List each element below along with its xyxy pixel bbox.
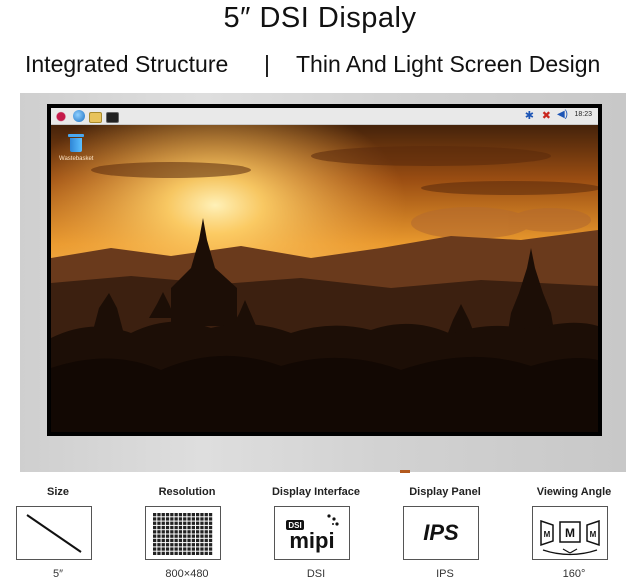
subtitle-separator: | — [264, 51, 270, 77]
ips-icon: IPS — [403, 506, 479, 560]
svg-text:M: M — [590, 530, 597, 539]
svg-text:mipi: mipi — [289, 528, 334, 553]
clock[interactable]: 18:23 — [574, 111, 592, 118]
display-device: ✱ ✖ ◀) 18:23 Wastebasket — [20, 93, 626, 473]
volume-icon[interactable]: ◀) — [557, 109, 568, 120]
feature-value: 160° — [562, 568, 586, 580]
terminal-icon[interactable] — [106, 112, 119, 123]
desktop-taskbar: ✱ ✖ ◀) 18:23 — [51, 108, 598, 125]
feature-row: Size 5″ Resolution 800×480 Display Inter… — [0, 480, 640, 585]
desktop-wallpaper: ✱ ✖ ◀) 18:23 Wastebasket — [51, 108, 598, 432]
network-icon[interactable]: ✖ — [542, 109, 551, 122]
feature-value: 800×480 — [165, 568, 209, 580]
pixel-grid-icon — [145, 506, 221, 560]
svg-text:M: M — [565, 526, 575, 540]
browser-globe-icon[interactable] — [73, 110, 85, 122]
bluetooth-icon[interactable]: ✱ — [525, 109, 534, 122]
feature-value: 5″ — [52, 568, 63, 580]
ips-text: IPS — [423, 520, 459, 545]
svg-text:M: M — [544, 530, 551, 539]
subtitle-right: Thin And Light Screen Design — [296, 51, 601, 77]
subtitle-left: Integrated Structure — [25, 51, 229, 77]
feature-label: Resolution — [158, 486, 216, 498]
feature-label: Display Panel — [409, 486, 481, 498]
dsi-mipi-logo: DSI mipi — [274, 506, 350, 560]
diagonal-size-icon — [16, 506, 92, 560]
feature-value: IPS — [436, 568, 454, 580]
feature-label: Size — [46, 486, 69, 498]
page-title: 5″ DSI Dispaly — [223, 2, 417, 34]
feature-label: Display Interface — [271, 486, 361, 498]
feature-value: DSI — [306, 568, 326, 580]
file-manager-icon[interactable] — [89, 112, 102, 123]
wastebasket-icon[interactable] — [68, 134, 84, 152]
raspberry-menu-icon[interactable] — [55, 110, 67, 122]
feature-label: Viewing Angle — [536, 486, 612, 498]
display-screen: ✱ ✖ ◀) 18:23 Wastebasket — [47, 104, 602, 436]
sunset-temple-scene — [51, 108, 598, 432]
viewing-angle-icon: M M M — [532, 506, 608, 560]
wastebasket-label: Wastebasket — [59, 156, 94, 162]
